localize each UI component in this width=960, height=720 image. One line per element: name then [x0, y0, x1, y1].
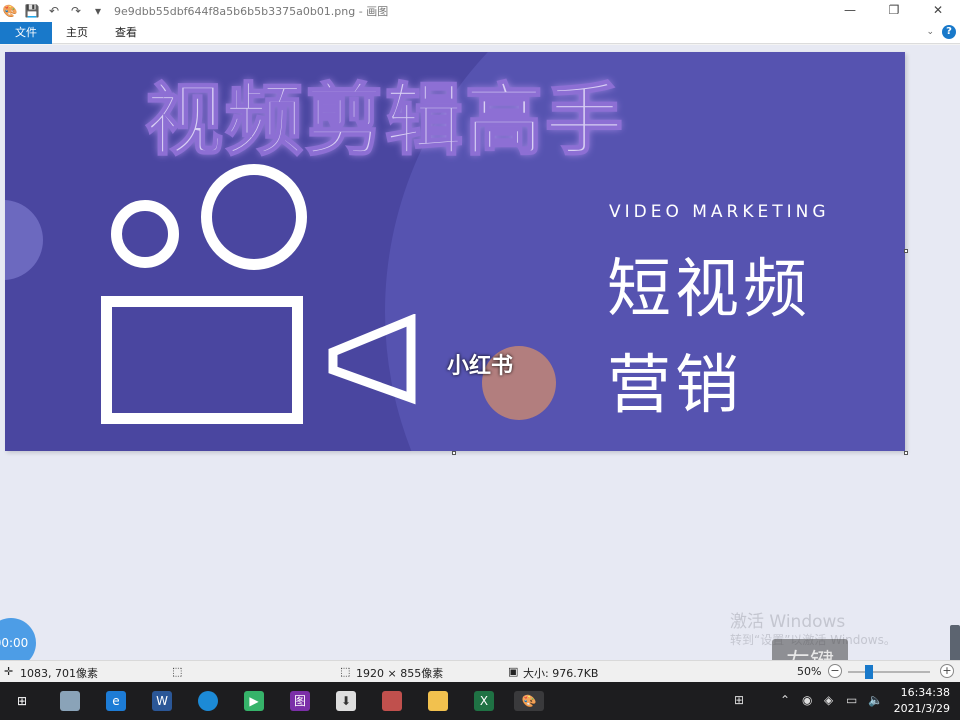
- volume-icon[interactable]: 🔈: [868, 693, 883, 707]
- window-title: 9e9dbb55dbf644f8a5b6b5b3375a0b01.png - 画…: [114, 5, 389, 18]
- redo-icon[interactable]: ↷: [68, 4, 84, 18]
- start-icon[interactable]: ⊞: [12, 691, 32, 711]
- customize-quick-access-icon[interactable]: ▾: [90, 4, 106, 18]
- ribbon-right-controls: ⌄ ?: [926, 25, 956, 39]
- app-icon[interactable]: 图: [290, 691, 310, 711]
- selection-size-icon: ⬚: [172, 665, 183, 678]
- help-icon[interactable]: ?: [942, 25, 956, 39]
- file-size-icon: ▣: [508, 665, 519, 678]
- cursor-position: 1083, 701像素: [20, 667, 98, 680]
- subtitle-english: VIDEO MARKETING: [609, 202, 830, 222]
- game-icon[interactable]: ◈: [824, 693, 833, 707]
- undo-icon[interactable]: ↶: [46, 4, 62, 18]
- left-circle-decoration: [5, 200, 43, 280]
- image-canvas[interactable]: 视频剪辑高手 VIDEO MARKETING 短视频 营销 小红书: [5, 52, 905, 451]
- resize-handle-corner[interactable]: [904, 451, 908, 455]
- word-icon[interactable]: W: [152, 691, 172, 711]
- browser-icon[interactable]: [198, 691, 218, 711]
- tab-home[interactable]: 主页: [56, 22, 98, 44]
- excel-icon[interactable]: X: [474, 691, 494, 711]
- qq-icon[interactable]: ◉: [802, 693, 812, 707]
- zoom-slider-thumb[interactable]: [864, 665, 873, 679]
- camera-small-reel-icon: [111, 200, 179, 268]
- camera-lens-icon: [328, 314, 416, 405]
- system-clock[interactable]: 16:34:38 2021/3/29: [894, 685, 950, 717]
- camera-big-reel-icon: [201, 164, 307, 270]
- status-bar: ✛ 1083, 701像素 ⬚ ⬚ 1920 × 855像素 ▣ 大小: 976…: [0, 660, 960, 682]
- title-line-1: 短视频: [607, 253, 811, 327]
- clock-date: 2021/3/29: [893, 702, 950, 715]
- zoom-level: 50%: [797, 665, 822, 678]
- resize-handle-right[interactable]: [904, 249, 908, 253]
- zoom-out-button[interactable]: −: [828, 664, 842, 678]
- taskbar: ⊞ e W ▶ 图 ⬇ X 🎨 ⊞ ⌃ ◉ ◈ ▭ 🔈 16:34:38 202…: [0, 682, 960, 720]
- network-icon[interactable]: ▭: [846, 693, 857, 707]
- zoom-in-button[interactable]: +: [940, 664, 954, 678]
- xiaohongshu-watermark: 小红书: [447, 354, 514, 379]
- input-method-icon[interactable]: ⊞: [734, 693, 744, 707]
- image-dimensions: 1920 × 855像素: [356, 667, 444, 680]
- media-player-icon[interactable]: ▶: [244, 691, 264, 711]
- ribbon-tabs: 文件 主页 查看 ⌄ ?: [0, 22, 960, 44]
- headline-text: 视频剪辑高手: [144, 75, 626, 167]
- title-line-2: 营销: [607, 349, 743, 423]
- resize-handle-bottom[interactable]: [452, 451, 456, 455]
- edge-icon[interactable]: e: [106, 691, 126, 711]
- folder-icon[interactable]: [428, 691, 448, 711]
- camera-body-icon: [101, 296, 303, 424]
- show-hidden-icons[interactable]: ⌃: [780, 693, 790, 707]
- title-bar: 🎨 💾 ↶ ↷ ▾ 9e9dbb55dbf644f8a5b6b5b3375a0b…: [0, 0, 960, 22]
- cursor-position-icon: ✛: [4, 665, 14, 678]
- quick-access-toolbar: 🎨 💾 ↶ ↷ ▾: [0, 4, 106, 18]
- paint-taskbar-icon[interactable]: 🎨: [514, 691, 544, 711]
- download-icon[interactable]: ⬇: [336, 691, 356, 711]
- image-size-icon: ⬚: [340, 665, 351, 678]
- paint-app-icon[interactable]: 🎨: [2, 4, 18, 18]
- close-button[interactable]: ✕: [916, 0, 960, 22]
- window-controls: — ❐ ✕: [828, 0, 960, 22]
- tab-view[interactable]: 查看: [104, 22, 148, 44]
- file-explorer-icon[interactable]: [60, 691, 80, 711]
- maximize-button[interactable]: ❐: [872, 0, 916, 22]
- minimize-button[interactable]: —: [828, 0, 872, 22]
- zoom-slider-track[interactable]: [848, 671, 930, 673]
- save-icon[interactable]: 💾: [24, 4, 40, 18]
- collapse-ribbon-icon[interactable]: ⌄: [926, 27, 934, 37]
- file-size: 大小: 976.7KB: [523, 667, 599, 680]
- photo-icon[interactable]: [382, 691, 402, 711]
- canvas-area[interactable]: 视频剪辑高手 VIDEO MARKETING 短视频 营销 小红书 激活 Win…: [0, 45, 960, 685]
- activate-windows-title: 激活 Windows: [730, 612, 846, 632]
- clock-time: 16:34:38: [900, 686, 950, 699]
- tab-file[interactable]: 文件: [0, 22, 52, 44]
